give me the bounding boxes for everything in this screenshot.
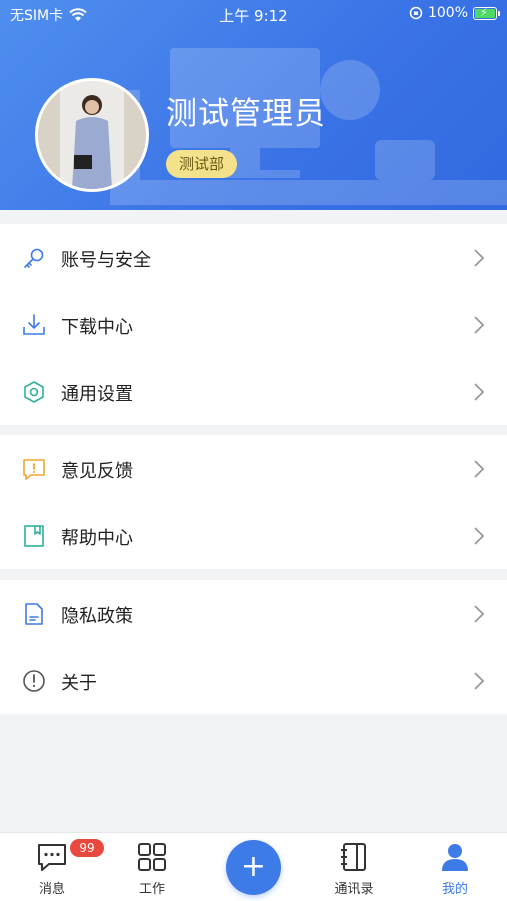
- chevron-right-icon: [474, 316, 485, 334]
- info-icon: [23, 670, 45, 692]
- menu-label: 帮助中心: [61, 528, 133, 549]
- hexagon-settings-icon: [24, 381, 44, 403]
- tab-me[interactable]: 我的: [415, 833, 495, 901]
- avatar[interactable]: [35, 78, 149, 192]
- menu-group-support: 意见反馈 帮助中心: [0, 435, 507, 569]
- grid-icon: [138, 843, 166, 871]
- message-icon: [38, 844, 66, 871]
- menu-label: 通用设置: [61, 384, 133, 405]
- menu-item-general-settings[interactable]: 通用设置: [0, 358, 507, 425]
- username: 测试管理员: [166, 96, 326, 132]
- tab-label: 我的: [441, 882, 468, 897]
- help-book-icon: [24, 525, 44, 547]
- feedback-icon: [23, 459, 45, 480]
- department-badge: 测试部: [166, 150, 238, 178]
- tab-contacts[interactable]: 通讯录: [314, 833, 394, 901]
- menu-item-download-center[interactable]: 下载中心: [0, 291, 507, 358]
- menu-item-feedback[interactable]: 意见反馈: [0, 435, 507, 502]
- chevron-right-icon: [474, 460, 485, 478]
- address-book-icon: [341, 843, 366, 871]
- menu-item-account-security[interactable]: 账号与安全: [0, 224, 507, 291]
- battery-icon: ⚡: [473, 6, 500, 20]
- menu-label: 下载中心: [61, 317, 133, 338]
- chevron-right-icon: [474, 672, 485, 690]
- tab-work[interactable]: 工作: [112, 833, 192, 901]
- menu-label: 意见反馈: [61, 461, 133, 482]
- tab-label: 消息: [38, 882, 65, 897]
- tab-label: 通讯录: [334, 882, 374, 897]
- person-icon: [442, 844, 468, 871]
- battery-percent: 100%: [427, 5, 468, 21]
- orientation-lock-icon: [409, 6, 423, 20]
- download-icon: [23, 314, 45, 335]
- tab-label: 工作: [138, 882, 165, 897]
- status-bar: 无SIM卡 上午 9:12 100% ⚡: [0, 0, 507, 28]
- menu-item-help-center[interactable]: 帮助中心: [0, 502, 507, 569]
- unread-badge: 99: [70, 839, 104, 857]
- menu-item-privacy-policy[interactable]: 隐私政策: [0, 580, 507, 647]
- add-button[interactable]: +: [226, 840, 281, 895]
- tab-messages[interactable]: 99 消息: [12, 833, 104, 901]
- menu-group-about: 隐私政策 关于: [0, 580, 507, 714]
- profile-header: 无SIM卡 上午 9:12 100% ⚡ 测试管理员 测试部: [0, 0, 507, 210]
- avatar-photo-icon: [38, 81, 146, 189]
- chevron-right-icon: [474, 383, 485, 401]
- chevron-right-icon: [474, 605, 485, 623]
- menu-item-about[interactable]: 关于: [0, 647, 507, 714]
- document-icon: [25, 603, 43, 625]
- menu-group-account: 账号与安全 下载中心 通用设置: [0, 224, 507, 425]
- menu-label: 隐私政策: [61, 606, 133, 627]
- menu-label: 账号与安全: [61, 250, 151, 271]
- menu-label: 关于: [61, 673, 97, 694]
- chevron-right-icon: [474, 527, 485, 545]
- key-icon: [24, 248, 44, 268]
- chevron-right-icon: [474, 249, 485, 267]
